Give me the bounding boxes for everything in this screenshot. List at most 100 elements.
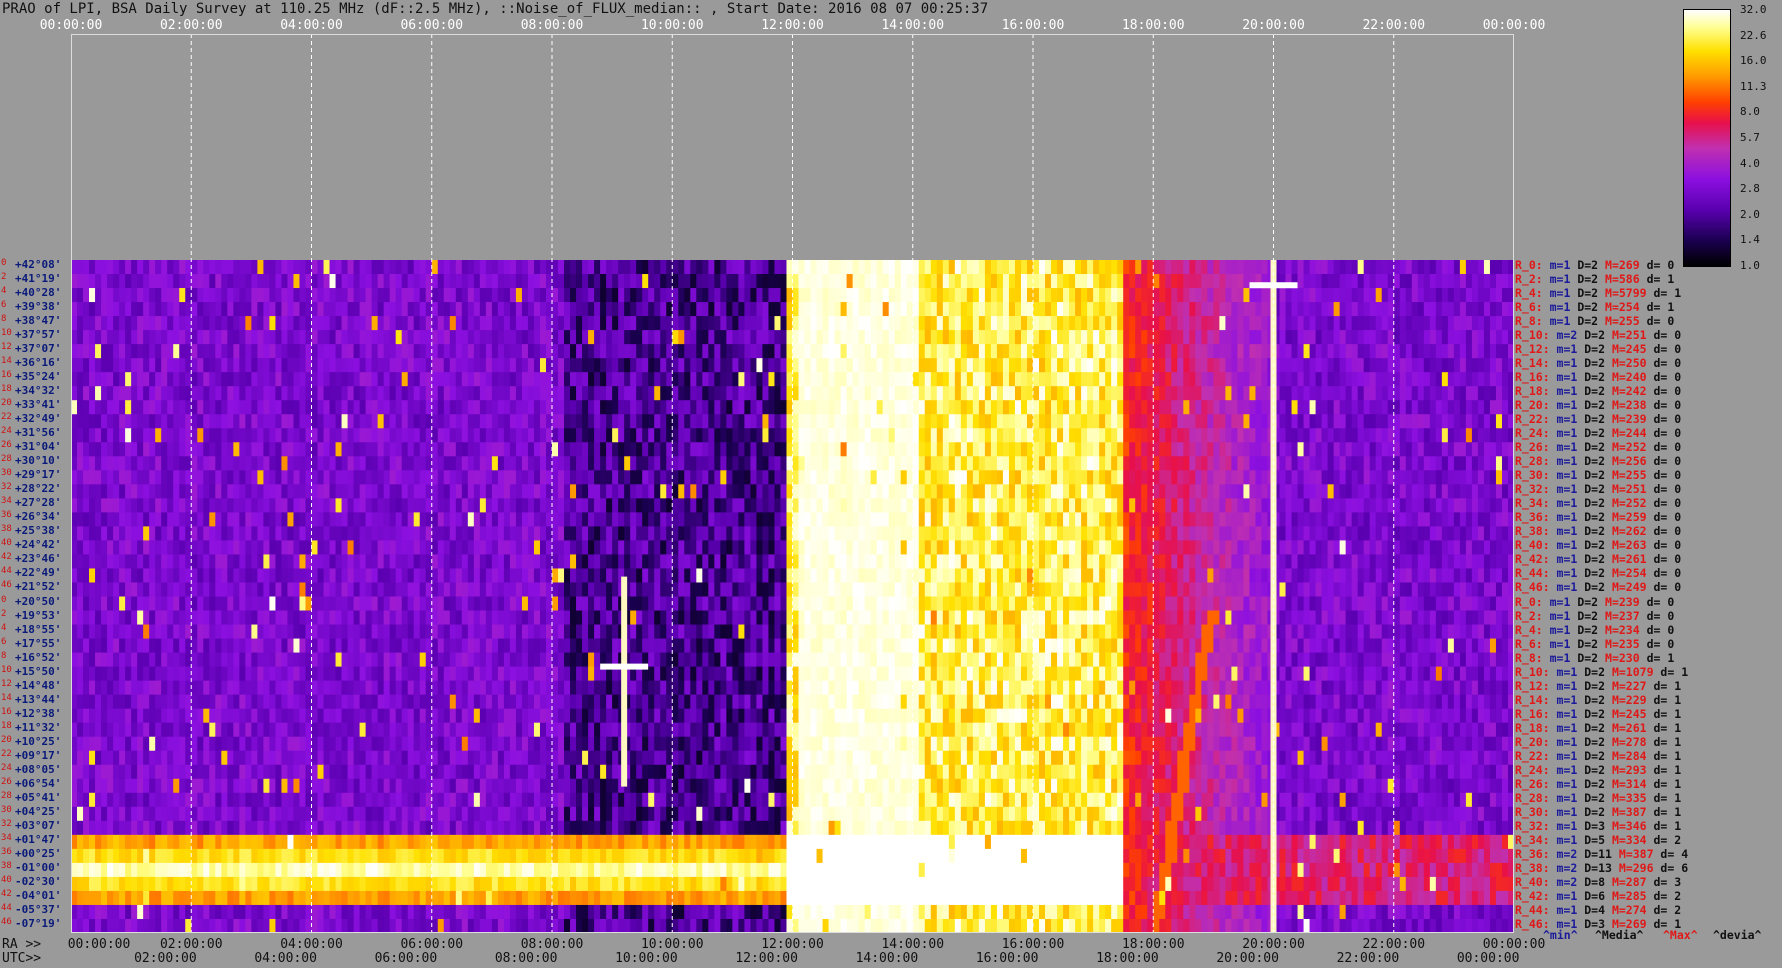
heatmap-svg bbox=[71, 34, 1514, 933]
row-stat-min: m=1 bbox=[1549, 594, 1578, 609]
row-stat-min: m=1 bbox=[1556, 384, 1585, 399]
row-stat-d: D=2 bbox=[1584, 440, 1612, 455]
row-stat-entry: R_10: m=1 D=2 M=1079 d= 1 bbox=[1515, 665, 1695, 679]
row-stat-d: D=2 bbox=[1584, 776, 1612, 791]
row-stat-dev: d= 0 bbox=[1653, 580, 1689, 595]
declination-label: +22°49' bbox=[15, 566, 62, 580]
top-tick-label: 10:00:00 bbox=[640, 18, 704, 33]
row-stat-entry: R_10: m=2 D=2 M=251 d= 0 bbox=[1515, 328, 1688, 342]
row-stat-min: m=2 bbox=[1556, 874, 1585, 889]
row-stat-entry: R_2: m=1 D=2 M=237 d= 0 bbox=[1515, 609, 1681, 623]
row-stat-d: D=2 bbox=[1584, 370, 1612, 385]
row-stat-min: m=1 bbox=[1556, 398, 1585, 413]
colorbar-tick-label: 1.0 bbox=[1740, 259, 1760, 272]
row-stat-name: R_6: bbox=[1515, 636, 1550, 651]
row-stat-max: M=242 bbox=[1611, 384, 1654, 399]
top-tick-label: 02:00:00 bbox=[159, 18, 223, 33]
row-stat-dev: d= 1 bbox=[1660, 664, 1696, 679]
row-stat-min: m=1 bbox=[1556, 440, 1585, 455]
row-stat-dev: d= 0 bbox=[1653, 468, 1689, 483]
row-stat-entry: R_12: m=1 D=2 M=227 d= 1 bbox=[1515, 679, 1688, 693]
row-stat-min: m=1 bbox=[1549, 650, 1578, 665]
row-stat-min: m=1 bbox=[1556, 468, 1585, 483]
row-stat-min: m=1 bbox=[1556, 496, 1585, 511]
row-stat-entry: R_20: m=1 D=2 M=238 d= 0 bbox=[1515, 398, 1688, 412]
row-stat-min: m=1 bbox=[1549, 258, 1578, 272]
row-stat-min: m=2 bbox=[1556, 860, 1585, 875]
declination-label: +35°24' bbox=[15, 370, 62, 384]
row-stat-name: R_36: bbox=[1515, 510, 1557, 525]
row-stat-entry: R_6: m=1 D=2 M=235 d= 0 bbox=[1515, 637, 1681, 651]
row-index-label: 2 bbox=[1, 608, 7, 619]
row-index-label: 30 bbox=[1, 804, 12, 815]
row-stat-d: D=2 bbox=[1584, 426, 1612, 441]
row-stat-d: D=2 bbox=[1577, 258, 1606, 272]
row-stat-dev: d= 0 bbox=[1653, 454, 1689, 469]
row-index-label: 32 bbox=[1, 818, 12, 829]
row-stat-dev: d= 0 bbox=[1653, 328, 1689, 343]
row-stat-dev: d= 6 bbox=[1660, 860, 1696, 875]
row-stat-d: D=2 bbox=[1584, 566, 1612, 581]
row-index-label: 38 bbox=[1, 524, 12, 535]
row-index-label: 42 bbox=[1, 888, 12, 899]
row-stat-name: R_30: bbox=[1515, 804, 1557, 819]
row-stat-name: R_16: bbox=[1515, 706, 1557, 721]
row-stat-d: D=2 bbox=[1584, 664, 1612, 679]
row-stat-d: D=2 bbox=[1577, 594, 1606, 609]
row-stat-dev: d= 4 bbox=[1660, 846, 1696, 861]
ra-tick-label: 06:00:00 bbox=[400, 937, 464, 952]
top-tick-label: 00:00:00 bbox=[39, 18, 103, 33]
row-stat-name: R_36: bbox=[1515, 846, 1557, 861]
row-stat-min: m=1 bbox=[1556, 762, 1585, 777]
row-stat-entry: R_18: m=1 D=2 M=242 d= 0 bbox=[1515, 384, 1688, 398]
declination-label: +28°22' bbox=[15, 482, 62, 496]
row-stat-min: m=1 bbox=[1556, 566, 1585, 581]
ra-tick-label: 00:00:00 bbox=[67, 937, 131, 952]
row-stat-name: R_38: bbox=[1515, 860, 1557, 875]
declination-label: +33°41' bbox=[15, 398, 62, 412]
row-index-label: 46 bbox=[1, 580, 12, 591]
declination-label: +23°46' bbox=[15, 552, 62, 566]
row-stat-min: m=1 bbox=[1556, 790, 1585, 805]
row-stat-name: R_46: bbox=[1515, 580, 1557, 595]
row-stat-d: D=11 bbox=[1584, 846, 1619, 861]
row-stat-entry: R_0: m=1 D=2 M=239 d= 0 bbox=[1515, 595, 1681, 609]
utc-tick-label: 18:00:00 bbox=[1096, 951, 1159, 966]
row-stat-max: M=269 bbox=[1605, 258, 1647, 272]
row-index-label: 20 bbox=[1, 734, 12, 745]
utc-axis-prefix: UTC>> bbox=[2, 951, 42, 966]
declination-label: +21°52' bbox=[15, 580, 62, 594]
declination-label: -04°01' bbox=[15, 888, 62, 902]
legend-media-key: ^Media^ bbox=[1595, 928, 1644, 942]
colorbar-tick-label: 2.8 bbox=[1740, 182, 1760, 196]
utc-tick-label: 14:00:00 bbox=[855, 951, 919, 966]
row-stat-min: m=1 bbox=[1556, 888, 1585, 903]
row-stat-d: D=2 bbox=[1584, 678, 1612, 693]
declination-label: +01°47' bbox=[15, 832, 62, 846]
row-stat-d: D=2 bbox=[1577, 286, 1606, 301]
row-index-label: 8 bbox=[1, 650, 7, 661]
row-stat-dev: d= 0 bbox=[1653, 384, 1689, 399]
row-stat-max: M=346 bbox=[1611, 818, 1654, 833]
row-stat-max: M=1079 bbox=[1611, 664, 1661, 679]
row-stat-d: D=2 bbox=[1584, 510, 1612, 525]
row-stat-max: M=240 bbox=[1611, 370, 1654, 385]
row-stat-d: D=2 bbox=[1577, 650, 1606, 665]
top-tick-label: 20:00:00 bbox=[1242, 18, 1305, 33]
row-stat-dev: d= 0 bbox=[1646, 258, 1682, 272]
row-stat-d: D=2 bbox=[1584, 734, 1612, 749]
legend-min-key: ^min^ bbox=[1543, 928, 1578, 942]
row-stat-dev: d= 2 bbox=[1653, 902, 1689, 917]
row-index-label: 16 bbox=[1, 370, 12, 381]
colorbar-tick-label: 5.7 bbox=[1740, 131, 1760, 144]
row-stat-d: D=4 bbox=[1584, 902, 1612, 917]
row-stat-dev: d= 1 bbox=[1653, 720, 1689, 735]
ra-tick-label: 22:00:00 bbox=[1362, 937, 1426, 952]
row-stat-entry: R_42: m=1 D=6 M=285 d= 2 bbox=[1515, 889, 1688, 903]
row-stat-entry: R_8: m=1 D=2 M=230 d= 1 bbox=[1515, 651, 1681, 665]
row-index-label: 10 bbox=[1, 328, 12, 339]
row-stat-dev: d= 2 bbox=[1653, 832, 1689, 847]
declination-label: +27°28' bbox=[15, 496, 62, 510]
row-stat-name: R_0: bbox=[1515, 594, 1550, 609]
row-stat-d: D=2 bbox=[1577, 300, 1606, 315]
